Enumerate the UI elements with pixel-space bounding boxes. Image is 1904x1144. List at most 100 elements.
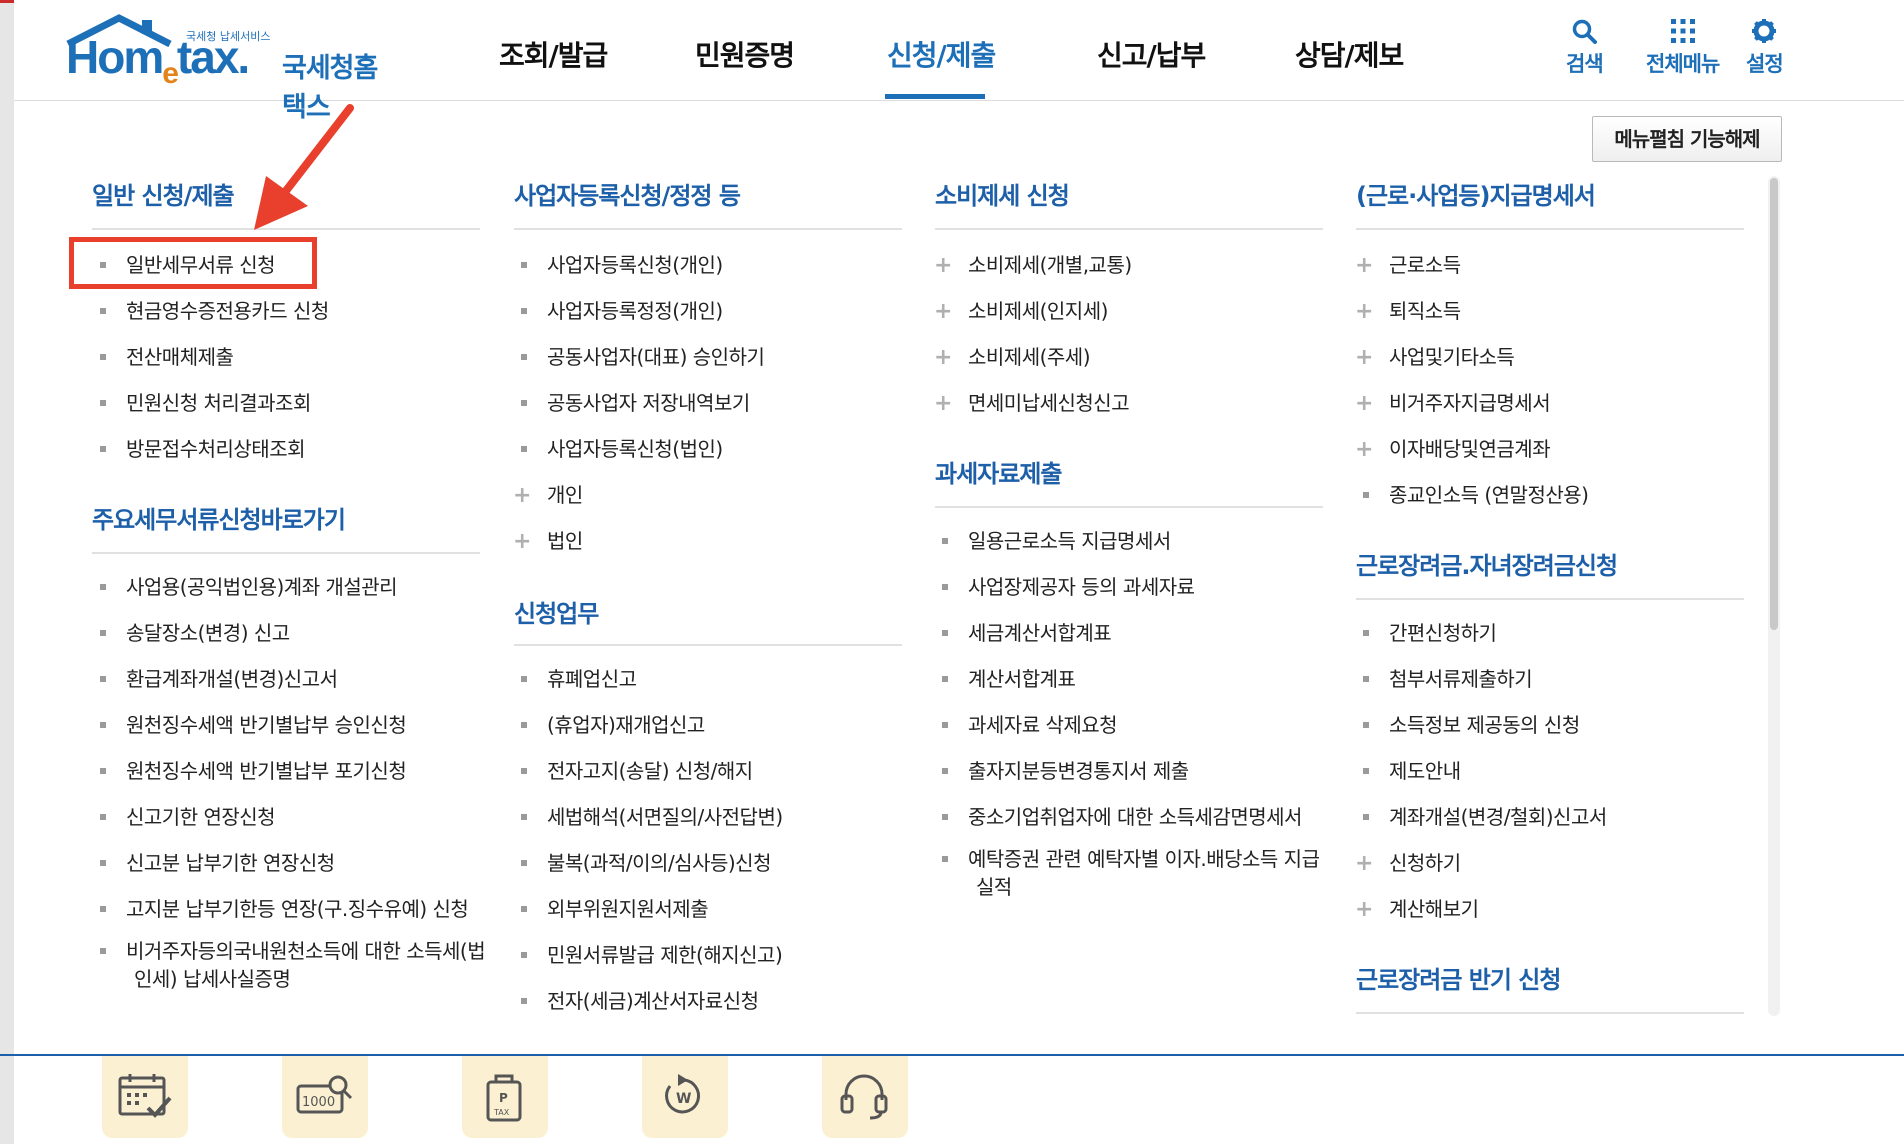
menu-item[interactable]: 공동사업자 저장내역보기 (521, 387, 750, 416)
logo-tax: tax. (176, 31, 250, 83)
nav-inquiry[interactable]: 조회/발급 (499, 34, 608, 74)
menu-item[interactable]: 비거주자등의국내원천소득에 대한 소득세(법인세) 납세사실증명 (100, 937, 494, 993)
quick-receipt-search-button[interactable]: 1000 (282, 1056, 368, 1138)
bullet-icon (100, 905, 106, 912)
menu-item[interactable]: 환급계좌개설(변경)신고서 (100, 663, 338, 692)
menu-item[interactable]: 신고분 납부기한 연장신청 (100, 847, 335, 876)
bullet-icon (521, 721, 527, 728)
menu-item[interactable]: 예탁증권 관련 예탁자별 이자.배당소득 지급실적 (942, 845, 1336, 901)
menu-item[interactable]: 방문접수처리상태조회 (100, 433, 306, 462)
menu-item[interactable]: 첨부서류제출하기 (1363, 663, 1533, 692)
section-title-application-work: 신청업무 (514, 600, 599, 628)
expandable-menu-item[interactable]: + 근로소득 (1355, 249, 1461, 279)
menu-item[interactable]: 과세자료 삭제요청 (942, 709, 1118, 738)
menu-item[interactable]: 소득정보 제공동의 신청 (1363, 709, 1580, 738)
menu-item[interactable]: 민원신청 처리결과조회 (100, 387, 311, 416)
menu-item[interactable]: 중소기업취업자에 대한 소득세감면명세서 (942, 801, 1302, 830)
menu-item[interactable]: 사업자등록정정(개인) (521, 295, 723, 324)
bullet-icon (521, 813, 527, 820)
bullet-icon (521, 951, 527, 958)
nav-apply-submit[interactable]: 신청/제출 (887, 34, 996, 74)
menu-item-label: 사업자등록신청(법인) (547, 437, 723, 461)
menu-item[interactable]: 사업용(공익법인용)계좌 개설관리 (100, 571, 398, 600)
tax-bag-icon: P TAX (486, 1074, 522, 1122)
bullet-icon (1363, 721, 1369, 728)
search-button[interactable]: 검색 (1566, 18, 1604, 78)
unpin-menu-button[interactable]: 메뉴펼침 기능해제 (1592, 116, 1782, 162)
menu-item[interactable]: 원천징수세액 반기별납부 승인신청 (100, 709, 407, 738)
grid-menu-icon (1670, 19, 1695, 43)
expandable-menu-item[interactable]: + 소비제세(개별,교통) (934, 249, 1132, 279)
expandable-menu-item[interactable]: + 소비제세(주세) (934, 341, 1090, 371)
menu-item[interactable]: 전자고지(송달) 신청/해지 (521, 755, 753, 784)
quick-schedule-button[interactable] (102, 1056, 188, 1138)
expandable-menu-item[interactable]: + 사업및기타소득 (1355, 341, 1515, 371)
expandable-menu-item[interactable]: + 면세미납세신청신고 (934, 387, 1130, 417)
menu-item[interactable]: 제도안내 (1363, 755, 1461, 784)
menu-item[interactable]: 공동사업자(대표) 승인하기 (521, 341, 765, 370)
quick-refund-button[interactable]: W (642, 1056, 728, 1138)
expandable-menu-item[interactable]: + 신청하기 (1355, 847, 1461, 877)
menu-item-label: 신청하기 (1389, 851, 1461, 875)
menu-item[interactable]: 세금계산서합계표 (942, 617, 1112, 646)
bullet-icon (100, 767, 106, 774)
menu-item-label: (휴업자)재개업신고 (547, 713, 705, 737)
menu-item[interactable]: 사업자등록신청(법인) (521, 433, 723, 462)
menu-item[interactable]: (휴업자)재개업신고 (521, 709, 705, 738)
menu-item[interactable]: 세법해석(서면질의/사전답변) (521, 801, 783, 830)
menu-item-label: 소비제세(주세) (968, 345, 1091, 369)
expandable-menu-item[interactable]: + 법인 (513, 525, 583, 555)
menu-item-label: 사업용(공익법인용)계좌 개설관리 (126, 575, 398, 599)
menu-item-label: 소비제세(인지세) (968, 299, 1108, 323)
expandable-menu-item[interactable]: + 퇴직소득 (1355, 295, 1461, 325)
menu-item[interactable]: 외부위원지원서제출 (521, 893, 709, 922)
menu-item[interactable]: 불복(과적/이의/심사등)신청 (521, 847, 771, 876)
menu-item-label: 원천징수세액 반기별납부 승인신청 (126, 713, 407, 737)
menu-item[interactable]: 휴폐업신고 (521, 663, 637, 692)
menu-item[interactable]: 송달장소(변경) 신고 (100, 617, 290, 646)
menu-item[interactable]: 출자지분등변경통지서 제출 (942, 755, 1189, 784)
gear-icon (1752, 19, 1777, 43)
logo-wordmark: Hometax. (66, 30, 250, 90)
quick-tax-payment-button[interactable]: P TAX (462, 1056, 548, 1138)
section-title-half-year-incentive[interactable]: 근로장려금 반기 신청 (1356, 960, 1561, 995)
menu-scrollbar-thumb[interactable] (1770, 178, 1778, 630)
menu-item[interactable]: 전자(세금)계산서자료신청 (521, 985, 759, 1014)
expandable-menu-item[interactable]: + 소비제세(인지세) (934, 295, 1108, 325)
menu-item[interactable]: 현금영수증전용카드 신청 (100, 295, 329, 324)
menu-item[interactable]: 전산매체제출 (100, 341, 234, 370)
menu-item[interactable]: 계좌개설(변경/철회)신고서 (1363, 801, 1607, 830)
expandable-menu-item[interactable]: + 이자배당및연금계좌 (1355, 433, 1551, 463)
all-menu-button[interactable]: 전체메뉴 (1646, 18, 1720, 78)
expandable-menu-item[interactable]: + 계산해보기 (1355, 893, 1479, 923)
menu-item[interactable]: 민원서류발급 제한(해지신고) (521, 939, 783, 968)
plus-icon: + (1355, 851, 1373, 876)
menu-item[interactable]: 사업자등록신청(개인) (521, 249, 723, 278)
nav-report-pay[interactable]: 신고/납부 (1097, 34, 1206, 74)
hometax-logo[interactable]: 국세청 납세서비스 Hometax. 국세청홈택스 (56, 12, 396, 123)
quick-consult-button[interactable] (822, 1056, 908, 1138)
menu-item[interactable]: 계산서합계표 (942, 663, 1076, 692)
menu-item[interactable]: 종교인소득 (연말정산용) (1363, 479, 1589, 508)
menu-item[interactable]: 고지분 납부기한등 연장(구.징수유예) 신청 (100, 893, 469, 922)
menu-item-label: 불복(과적/이의/심사등)신청 (547, 851, 771, 875)
menu-item[interactable]: 원천징수세액 반기별납부 포기신청 (100, 755, 407, 784)
section-title-work-incentive: 근로장려금.자녀장려금신청 (1356, 552, 1618, 580)
menu-item-label: 제도안내 (1389, 759, 1461, 783)
expandable-menu-item[interactable]: + 개인 (513, 479, 583, 509)
nav-certificate[interactable]: 민원증명 (695, 34, 795, 74)
menu-item[interactable]: 일용근로소득 지급명세서 (942, 525, 1171, 554)
menu-item-label: 세법해석(서면질의/사전답변) (547, 805, 783, 829)
section-divider (92, 552, 480, 554)
menu-item[interactable]: 사업장제공자 등의 과세자료 (942, 571, 1195, 600)
svg-text:P: P (499, 1091, 508, 1105)
menu-item[interactable]: 간편신청하기 (1363, 617, 1497, 646)
menu-item-label: 신고기한 연장신청 (126, 805, 276, 829)
settings-button[interactable]: 설정 (1746, 18, 1784, 78)
nav-consult[interactable]: 상담/제보 (1295, 34, 1404, 74)
menu-item[interactable]: 신고기한 연장신청 (100, 801, 276, 830)
menu-item-label: 종교인소득 (연말정산용) (1389, 483, 1589, 507)
menu-item-label: 세금계산서합계표 (968, 621, 1112, 645)
menu-item-label: 고지분 납부기한등 연장(구.징수유예) 신청 (126, 897, 469, 921)
expandable-menu-item[interactable]: + 비거주자지급명세서 (1355, 387, 1551, 417)
